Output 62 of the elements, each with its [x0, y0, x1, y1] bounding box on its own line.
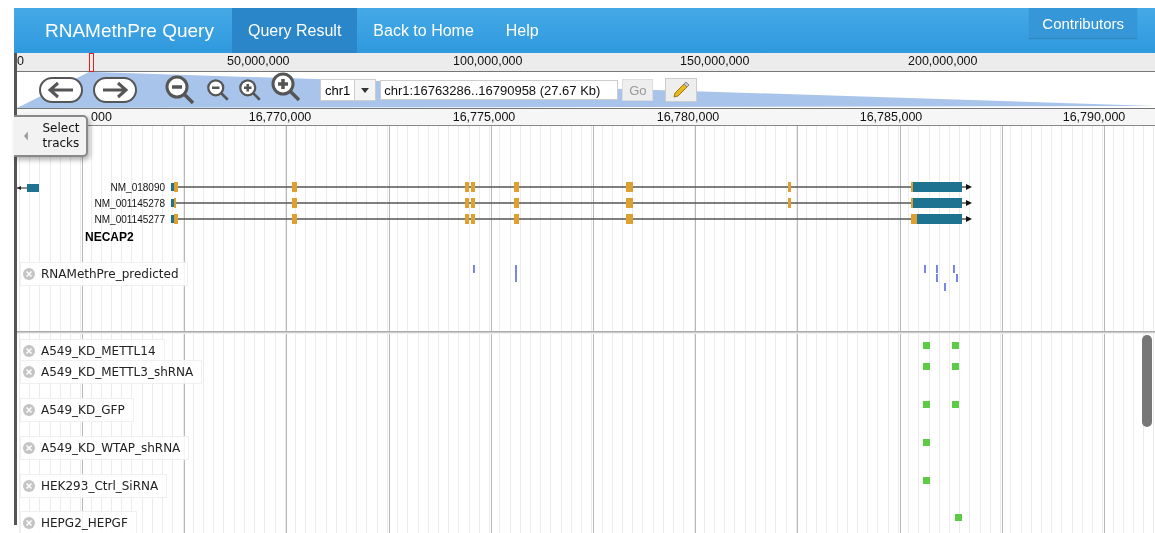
ruler-label: 0 — [17, 54, 24, 68]
close-icon[interactable] — [23, 480, 35, 492]
track-name: HEPG2_HEPGF — [41, 516, 128, 530]
highlight-button[interactable] — [665, 78, 698, 102]
nav-tab[interactable]: Query Result — [231, 8, 358, 53]
zoom-in-icon[interactable] — [270, 71, 302, 103]
ruler-label: 16,770,000 — [248, 110, 312, 124]
forward-arrow-button[interactable] — [93, 77, 137, 103]
close-icon[interactable] — [23, 268, 35, 280]
highlighter-icon — [671, 80, 692, 100]
track-name: A549_KD_WTAP_shRNA — [41, 441, 181, 455]
transcript-label: NM_001145278 — [94, 198, 165, 209]
track-name: RNAMethPre_predicted — [41, 267, 179, 281]
coverage-mark — [923, 477, 930, 484]
coverage-mark — [923, 363, 930, 370]
track-label[interactable]: A549_KD_GFP — [20, 398, 134, 422]
zoom-out-icon[interactable] — [164, 74, 196, 106]
ruler-label: 150,000,000 — [680, 54, 750, 68]
location-marker — [89, 53, 94, 72]
close-icon[interactable] — [23, 345, 35, 357]
track-label[interactable]: RNAMethPre_predicted — [20, 262, 188, 286]
track-label[interactable]: HEPG2_HEPGF — [20, 511, 137, 533]
close-icon[interactable] — [23, 366, 35, 378]
ruler-label: 000 — [91, 110, 112, 124]
select-tracks-tab[interactable]: Select tracks — [14, 115, 88, 157]
zoom-out-icon[interactable] — [206, 78, 230, 102]
ruler-label: 16,775,000 — [452, 110, 516, 124]
ruler-label: 16,780,000 — [656, 110, 720, 124]
scrollbar-thumb[interactable] — [1142, 335, 1152, 427]
track-label[interactable]: A549_KD_METTL14 — [20, 339, 165, 363]
track-name: A549_KD_GFP — [41, 403, 125, 417]
ruler-label: 50,000,000 — [227, 54, 290, 68]
track-name: A549_KD_METTL3_shRNA — [41, 365, 194, 379]
close-icon[interactable] — [23, 442, 35, 454]
chromosome-select[interactable]: chr1 — [320, 79, 377, 101]
zoom-in-icon[interactable] — [238, 78, 262, 102]
caret-icon — [361, 87, 370, 93]
coverage-mark — [923, 401, 930, 408]
track-label[interactable]: A549_KD_WTAP_shRNA — [20, 436, 190, 460]
location-field[interactable]: chr1:16763286..16790958 (27.67 Kb) — [380, 80, 619, 100]
transcript-label: NM_018090 — [110, 182, 165, 193]
coverage-mark — [923, 342, 930, 349]
coverage-mark — [952, 363, 959, 370]
close-icon[interactable] — [23, 404, 35, 416]
coverage-mark — [955, 514, 962, 521]
track-name: A549_KD_METTL14 — [41, 344, 156, 358]
left-caret-icon — [24, 129, 28, 143]
coverage-mark — [952, 342, 959, 349]
track-label[interactable]: HEK293_Ctrl_SiRNA — [20, 474, 168, 498]
ruler-label: 100,000,000 — [453, 54, 523, 68]
transcript-label: NM_001145277 — [94, 214, 165, 225]
back-arrow-button[interactable] — [39, 77, 83, 103]
close-icon[interactable] — [23, 517, 35, 529]
coverage-mark — [952, 401, 959, 408]
ruler-label: 16,785,000 — [859, 110, 923, 124]
coverage-mark — [923, 439, 930, 446]
track-label[interactable]: A549_KD_METTL3_shRNA — [20, 360, 203, 384]
ruler-label: 16,790,000 — [1062, 110, 1126, 124]
overview-ruler[interactable]: 0 50,000,000 100,000,000 150,000,000 200,000,000 — [17, 53, 1155, 72]
ruler-label: 200,000,000 — [908, 54, 978, 68]
gene-name: NECAP2 — [85, 230, 134, 244]
track-name: HEK293_Ctrl_SiRNA — [41, 479, 159, 493]
